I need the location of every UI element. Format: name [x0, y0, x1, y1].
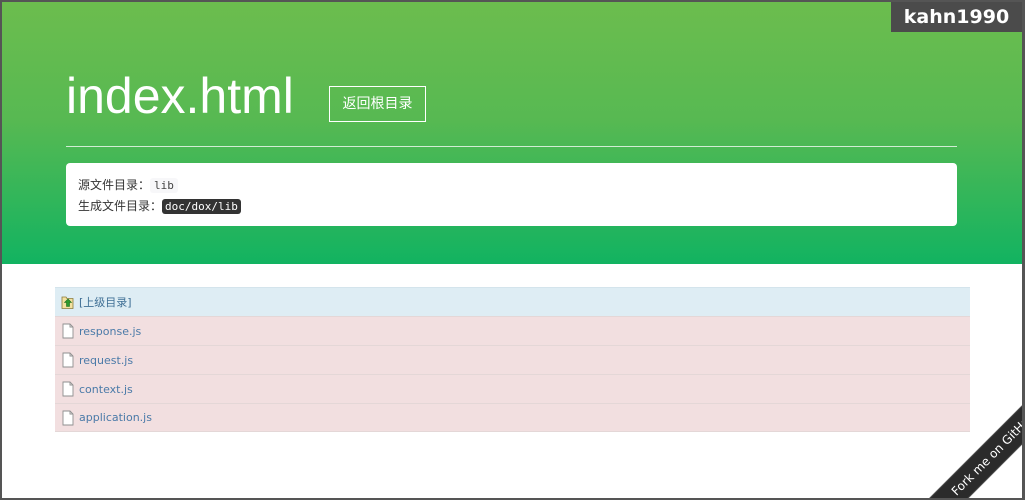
output-dir-value: doc/dox/lib: [162, 199, 241, 214]
source-dir-row: 源文件目录： lib: [78, 175, 945, 195]
list-item[interactable]: request.js: [55, 345, 970, 374]
file-link[interactable]: application.js: [79, 411, 152, 424]
source-dir-value: lib: [150, 178, 178, 193]
back-to-root-button[interactable]: 返回根目录: [329, 86, 426, 122]
directory-info-panel: 源文件目录： lib 生成文件目录： doc/dox/lib: [66, 163, 957, 226]
file-icon: [61, 352, 75, 368]
list-item-parent-directory[interactable]: [上级目录]: [55, 287, 970, 316]
file-listing: [上级目录] response.js request.js context.js…: [55, 287, 970, 432]
file-icon: [61, 381, 75, 397]
file-icon: [61, 323, 75, 339]
browser-viewport: index.html 返回根目录 源文件目录： lib 生成文件目录： doc/do…: [0, 0, 1025, 500]
user-badge: kahn1990: [891, 2, 1022, 32]
file-link[interactable]: request.js: [79, 354, 133, 367]
output-dir-label: 生成文件目录：: [78, 199, 163, 213]
file-icon: [61, 410, 75, 426]
file-link[interactable]: context.js: [79, 383, 133, 396]
fork-ribbon-container: Fork me on GitHub: [912, 388, 1022, 498]
list-item[interactable]: response.js: [55, 316, 970, 345]
page-title: index.html: [66, 68, 294, 124]
list-item[interactable]: application.js: [55, 403, 970, 432]
folder-up-icon: [61, 294, 75, 310]
header-divider: [66, 146, 957, 147]
header-banner: index.html 返回根目录 源文件目录： lib 生成文件目录： doc/do…: [2, 2, 1022, 264]
output-dir-row: 生成文件目录： doc/dox/lib: [78, 196, 945, 216]
source-dir-label: 源文件目录：: [78, 178, 151, 192]
list-item[interactable]: context.js: [55, 374, 970, 403]
parent-directory-link[interactable]: [上级目录]: [79, 294, 132, 310]
file-link[interactable]: response.js: [79, 325, 141, 338]
fork-me-on-github-ribbon[interactable]: Fork me on GitHub: [923, 388, 1022, 498]
